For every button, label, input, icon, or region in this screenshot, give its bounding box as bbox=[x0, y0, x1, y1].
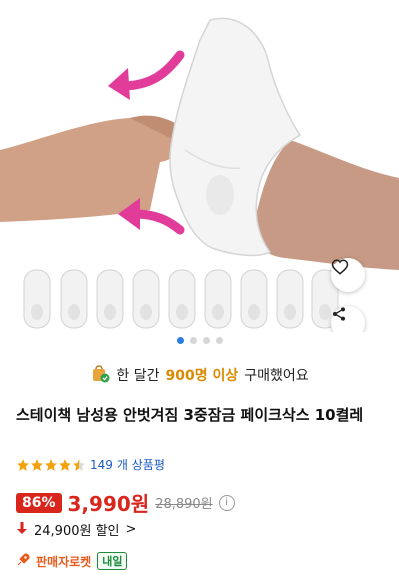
star-icon bbox=[45, 458, 57, 471]
coupon-row[interactable]: 24,900원 할인 > bbox=[16, 520, 136, 539]
star-icon bbox=[17, 458, 29, 471]
carousel-dot[interactable] bbox=[215, 337, 223, 344]
rocket-label: 판매자로켓 bbox=[36, 554, 92, 569]
original-price: 28,890원 bbox=[155, 497, 213, 512]
purchase-count: 900명 이상 bbox=[165, 368, 239, 384]
carousel-dot[interactable] bbox=[189, 337, 197, 344]
star-rating bbox=[16, 458, 86, 472]
delivery-badge: 내일 bbox=[97, 552, 128, 570]
shopping-bag-icon bbox=[90, 363, 110, 387]
wishlist-button[interactable] bbox=[331, 258, 365, 292]
star-icon bbox=[73, 458, 85, 471]
chevron-right-icon[interactable]: > bbox=[126, 522, 137, 537]
carousel-dot[interactable] bbox=[202, 337, 210, 344]
product-image[interactable] bbox=[0, 0, 399, 332]
star-icon bbox=[59, 458, 71, 471]
purchase-prefix: 한 달간 bbox=[116, 368, 160, 384]
review-count[interactable]: 149 bbox=[90, 458, 113, 472]
review-label[interactable]: 개 상품평 bbox=[117, 456, 165, 473]
purchase-stat: 한 달간 900명 이상 구매했어요 bbox=[0, 363, 399, 387]
star-icon bbox=[31, 458, 43, 471]
coupon-text[interactable]: 24,900원 할인 bbox=[34, 520, 120, 539]
purchase-suffix: 구매했어요 bbox=[244, 368, 309, 384]
share-button[interactable] bbox=[331, 306, 365, 332]
discount-badge: 86% bbox=[16, 492, 62, 513]
info-icon[interactable]: i bbox=[218, 494, 235, 511]
carousel-dot[interactable] bbox=[176, 337, 184, 344]
product-title: 스테이책 남성용 안벗겨짐 3중잠금 페이크삭스 10켤레 bbox=[16, 406, 364, 424]
rocket-icon bbox=[16, 552, 30, 570]
carousel-indicator[interactable] bbox=[0, 337, 399, 344]
arrow-down-icon bbox=[16, 521, 28, 539]
price-row: 86% 3,990원 28,890원 i bbox=[16, 488, 235, 517]
delivery-row: 판매자로켓 내일 bbox=[16, 552, 128, 570]
rating-row[interactable]: 149 개 상품평 bbox=[16, 456, 165, 473]
sale-price: 3,990원 bbox=[67, 492, 150, 516]
